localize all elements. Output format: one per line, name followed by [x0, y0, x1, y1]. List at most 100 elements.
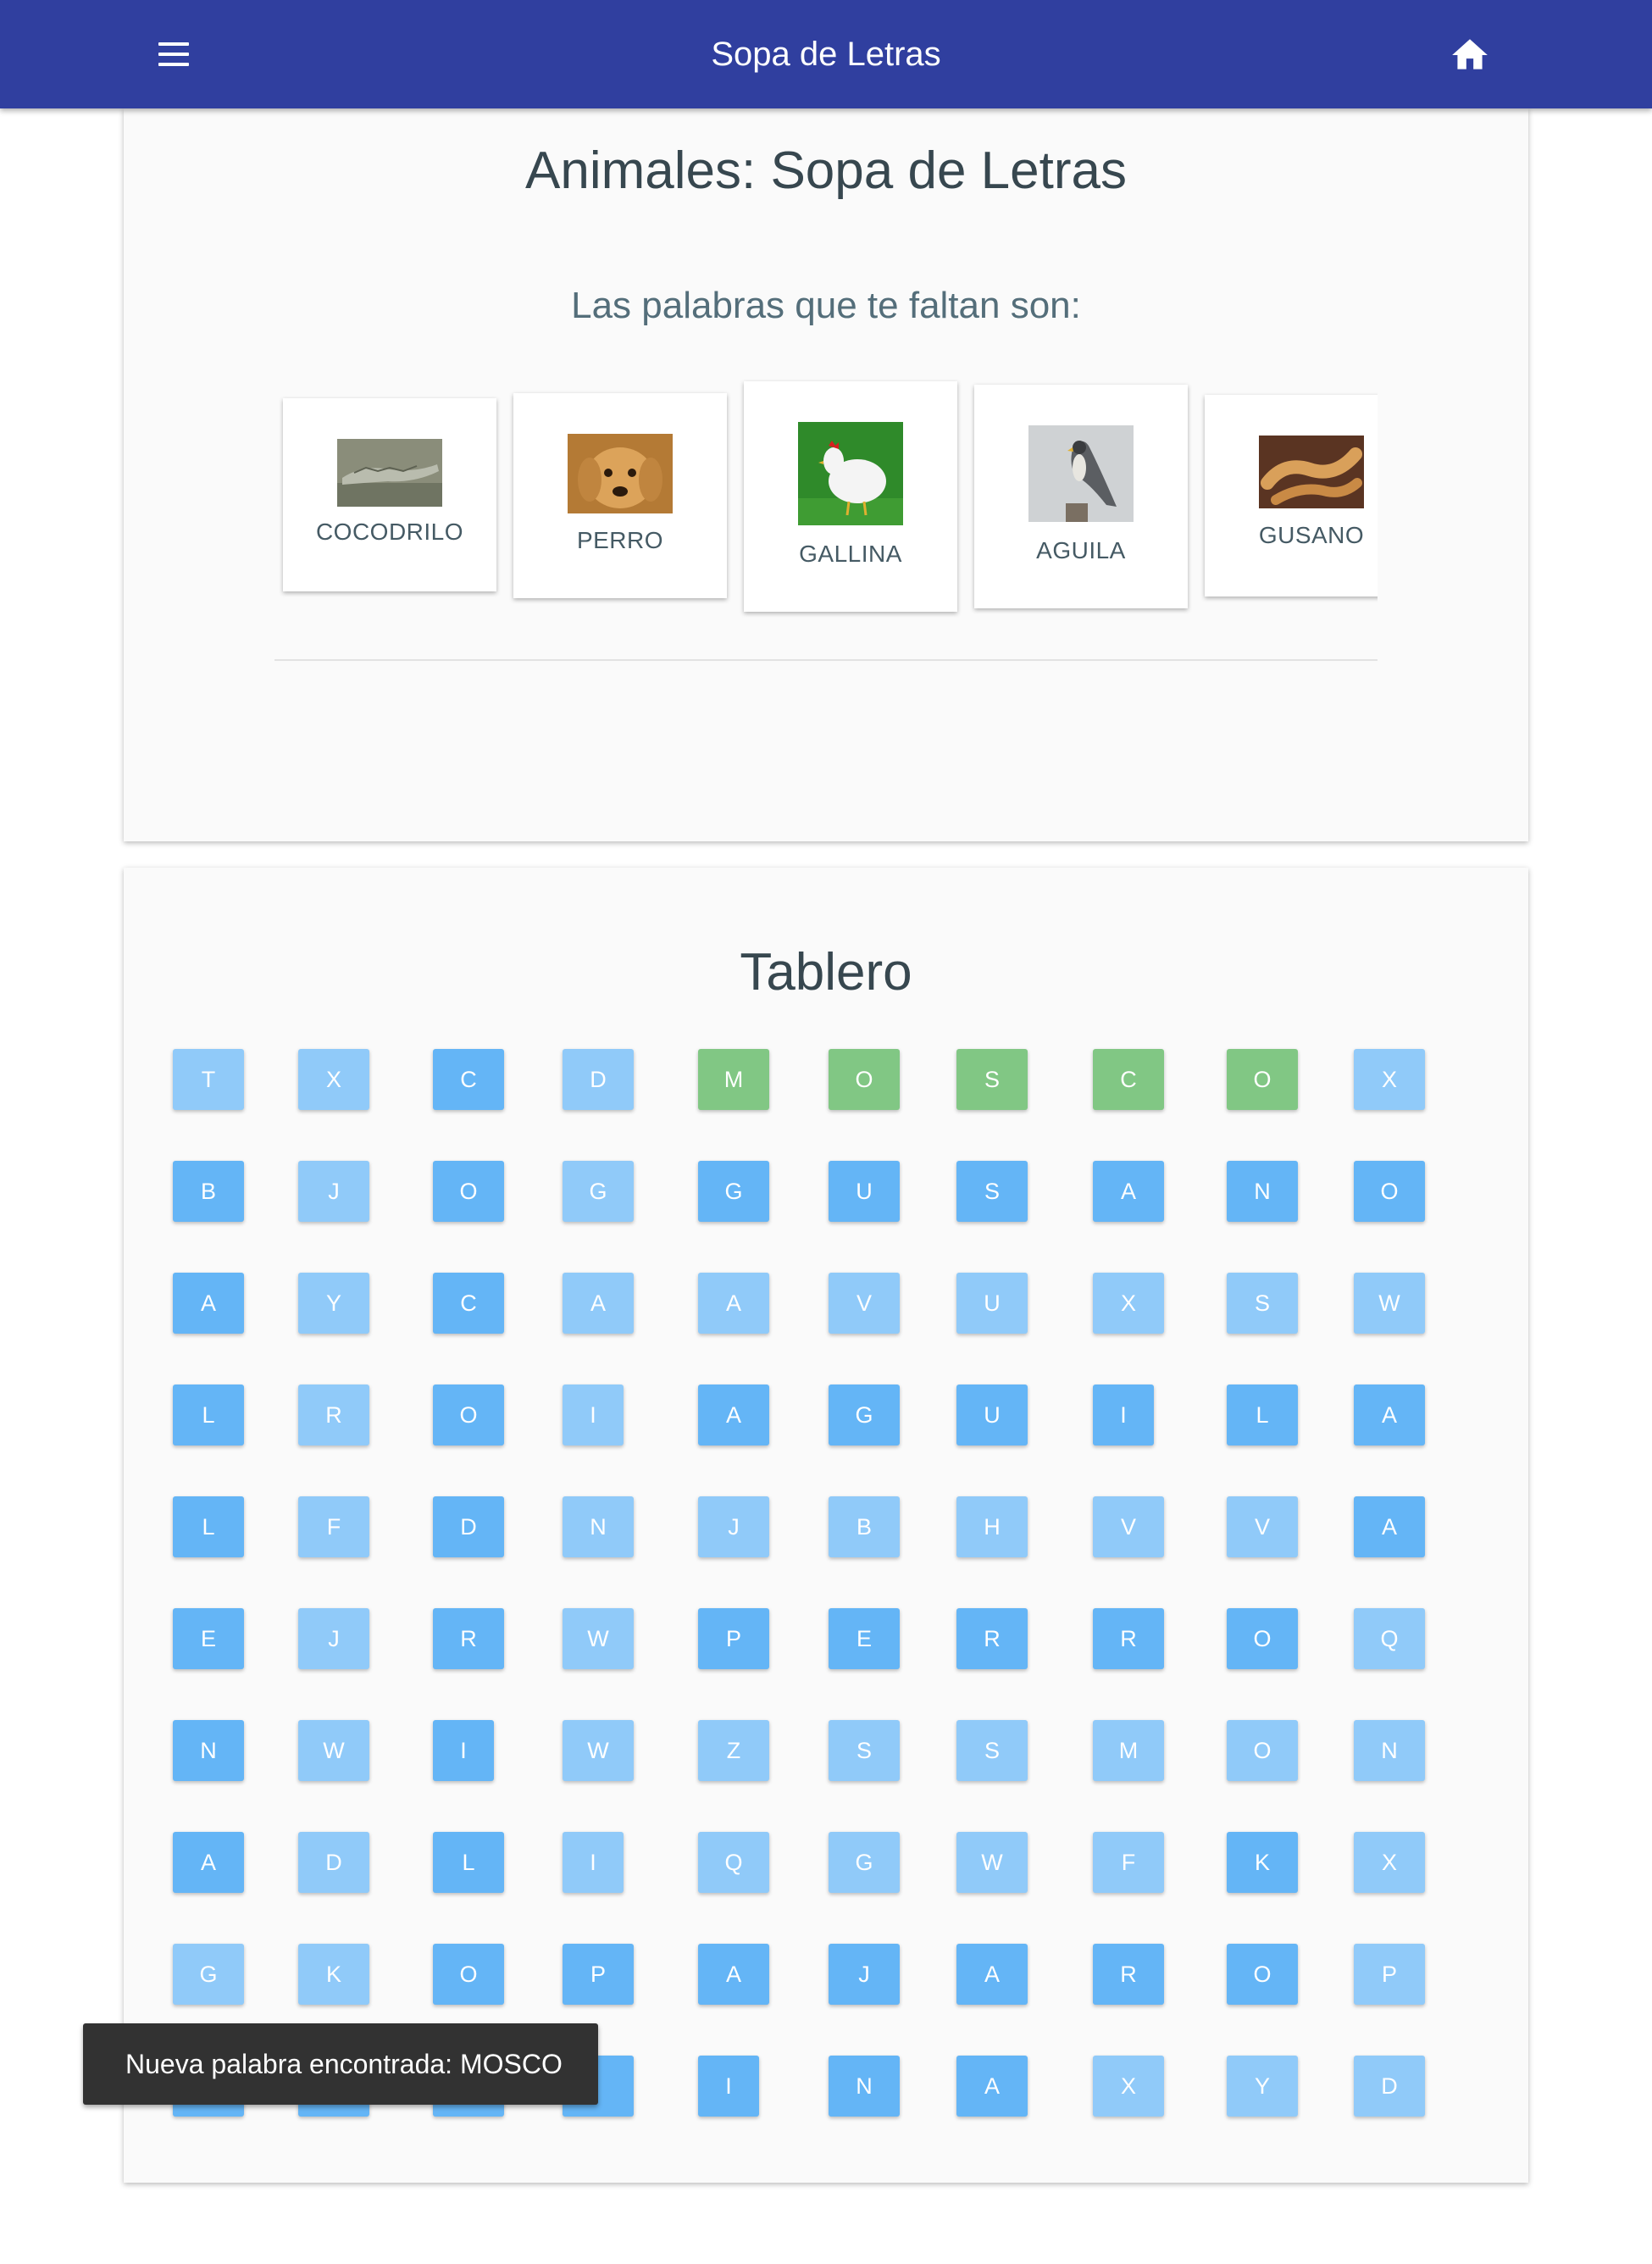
letter-cell[interactable]: M [698, 1049, 769, 1110]
letter-cell[interactable]: I [563, 1832, 624, 1893]
word-card-cocodrilo[interactable]: COCODRILO [283, 398, 496, 591]
letter-cell[interactable]: S [956, 1161, 1028, 1222]
letter-cell[interactable]: K [1227, 1832, 1298, 1893]
letter-cell[interactable]: N [1354, 1720, 1425, 1781]
letter-cell[interactable]: F [298, 1496, 369, 1557]
letter-cell[interactable]: W [956, 1832, 1028, 1893]
letter-cell[interactable]: E [829, 1608, 900, 1669]
letter-cell[interactable]: L [1227, 1384, 1298, 1446]
letter-cell[interactable]: S [956, 1720, 1028, 1781]
letter-cell[interactable]: O [1227, 1720, 1298, 1781]
letter-cell[interactable]: S [1227, 1273, 1298, 1334]
letter-cell[interactable]: S [956, 1049, 1028, 1110]
letter-cell[interactable]: C [433, 1273, 504, 1334]
letter-cell[interactable]: N [563, 1496, 634, 1557]
letter-cell[interactable]: A [173, 1273, 244, 1334]
letter-cell[interactable]: O [1227, 1049, 1298, 1110]
letter-cell[interactable]: P [698, 1608, 769, 1669]
letter-cell[interactable]: R [298, 1384, 369, 1446]
letter-cell[interactable]: L [173, 1384, 244, 1446]
letter-cell[interactable]: C [1093, 1049, 1164, 1110]
letter-cell[interactable]: F [1093, 1832, 1164, 1893]
letter-cell[interactable]: L [433, 1832, 504, 1893]
letter-cell[interactable]: D [433, 1496, 504, 1557]
letter-cell[interactable]: G [829, 1832, 900, 1893]
letter-cell[interactable]: A [956, 2056, 1028, 2117]
letter-cell[interactable]: O [829, 1049, 900, 1110]
word-card-gallina[interactable]: GALLINA [744, 381, 957, 612]
letter-cell[interactable]: G [698, 1161, 769, 1222]
letter-cell[interactable]: O [433, 1161, 504, 1222]
letter-cell[interactable]: X [1093, 2056, 1164, 2117]
letter-cell[interactable]: I [1093, 1384, 1154, 1446]
letter-cell[interactable]: A [956, 1944, 1028, 2005]
letter-cell[interactable]: Q [698, 1832, 769, 1893]
letter-cell[interactable]: R [956, 1608, 1028, 1669]
letter-cell[interactable]: O [1227, 1608, 1298, 1669]
letter-cell[interactable]: Z [698, 1720, 769, 1781]
letter-cell[interactable]: P [563, 1944, 634, 2005]
letter-cell[interactable]: R [1093, 1608, 1164, 1669]
letter-cell[interactable]: D [298, 1832, 369, 1893]
letter-cell[interactable]: I [698, 2056, 759, 2117]
letter-cell[interactable]: A [1354, 1384, 1425, 1446]
letter-cell[interactable]: I [563, 1384, 624, 1446]
letter-cell[interactable]: X [298, 1049, 369, 1110]
letter-cell[interactable]: Y [1227, 2056, 1298, 2117]
letter-cell[interactable]: I [433, 1720, 494, 1781]
letter-cell[interactable]: Q [1354, 1608, 1425, 1669]
letter-cell[interactable]: U [956, 1273, 1028, 1334]
letter-cell[interactable]: V [829, 1273, 900, 1334]
letter-cell[interactable]: T [173, 1049, 244, 1110]
letter-cell[interactable]: V [1093, 1496, 1164, 1557]
letter-cell[interactable]: J [298, 1608, 369, 1669]
letter-cell[interactable]: J [698, 1496, 769, 1557]
letter-cell[interactable]: M [1093, 1720, 1164, 1781]
letter-cell[interactable]: P [1354, 1944, 1425, 2005]
word-card-gusano[interactable]: GUSANO [1205, 395, 1378, 597]
letter-cell[interactable]: W [563, 1608, 634, 1669]
letter-cell[interactable]: R [433, 1608, 504, 1669]
letter-cell[interactable]: O [433, 1384, 504, 1446]
letter-cell[interactable]: U [829, 1161, 900, 1222]
letter-cell[interactable]: G [829, 1384, 900, 1446]
letter-cell[interactable]: A [173, 1832, 244, 1893]
letter-cell[interactable]: G [563, 1161, 634, 1222]
letter-cell[interactable]: X [1354, 1049, 1425, 1110]
letter-cell[interactable]: A [563, 1273, 634, 1334]
letter-cell[interactable]: W [1354, 1273, 1425, 1334]
letter-cell[interactable]: G [173, 1944, 244, 2005]
letter-cell[interactable]: O [433, 1944, 504, 2005]
letter-cell[interactable]: C [433, 1049, 504, 1110]
letter-cell[interactable]: N [1227, 1161, 1298, 1222]
letter-cell[interactable]: X [1354, 1832, 1425, 1893]
letter-cell[interactable]: B [173, 1161, 244, 1222]
letter-cell[interactable]: L [173, 1496, 244, 1557]
letter-cell[interactable]: A [698, 1273, 769, 1334]
letter-cell[interactable]: A [698, 1384, 769, 1446]
letter-cell[interactable]: J [829, 1944, 900, 2005]
letter-cell[interactable]: J [298, 1161, 369, 1222]
letter-cell[interactable]: B [829, 1496, 900, 1557]
letter-cell[interactable]: A [698, 1944, 769, 2005]
letter-cell[interactable]: X [1093, 1273, 1164, 1334]
letter-cell[interactable]: U [956, 1384, 1028, 1446]
letter-cell[interactable]: N [829, 2056, 900, 2117]
word-card-perro[interactable]: PERRO [513, 393, 727, 598]
letter-cell[interactable]: K [298, 1944, 369, 2005]
letter-cell[interactable]: D [563, 1049, 634, 1110]
letter-cell[interactable]: W [298, 1720, 369, 1781]
letter-cell[interactable]: W [563, 1720, 634, 1781]
word-card-aguila[interactable]: AGUILA [974, 385, 1188, 608]
letter-cell[interactable]: O [1354, 1161, 1425, 1222]
missing-words-carousel[interactable]: COCODRILO PERRO GALLINA AGUILA GUSANO [274, 373, 1378, 669]
letter-cell[interactable]: S [829, 1720, 900, 1781]
letter-cell[interactable]: N [173, 1720, 244, 1781]
home-icon[interactable] [1449, 34, 1491, 76]
letter-cell[interactable]: R [1093, 1944, 1164, 2005]
letter-cell[interactable]: H [956, 1496, 1028, 1557]
letter-cell[interactable]: E [173, 1608, 244, 1669]
letter-cell[interactable]: O [1227, 1944, 1298, 2005]
letter-cell[interactable]: Y [298, 1273, 369, 1334]
letter-cell[interactable]: A [1093, 1161, 1164, 1222]
